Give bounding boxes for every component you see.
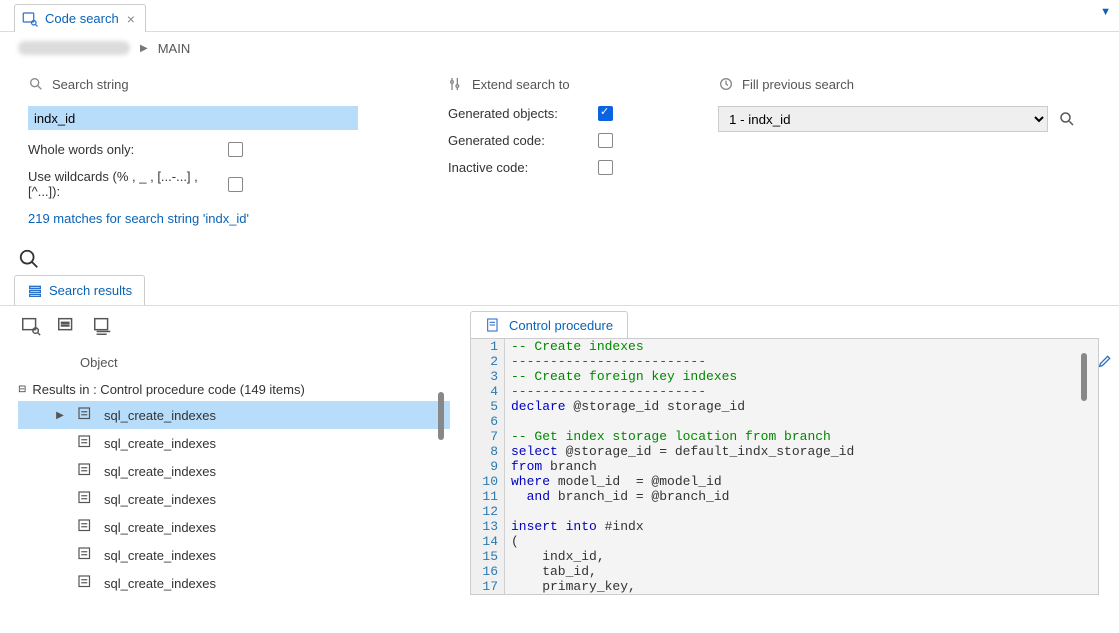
tabs-dropdown-icon[interactable]: ▼: [1100, 6, 1111, 18]
run-search-button[interactable]: [18, 248, 1119, 273]
inactive-code-checkbox[interactable]: [598, 160, 613, 175]
breadcrumb-main[interactable]: MAIN: [158, 41, 191, 56]
inactive-code-label: Inactive code:: [448, 160, 598, 175]
tree-item-label: sql_create_indexes: [104, 520, 216, 535]
fill-previous-heading: Fill previous search: [742, 77, 854, 92]
horizontal-splitter[interactable]: [438, 392, 444, 440]
code-line: 16 tab_id,: [471, 564, 1098, 579]
code-line: 7-- Get index storage location from bran…: [471, 429, 1098, 444]
search-string-panel: Search string Whole words only: Use wild…: [28, 76, 438, 226]
code-line: 13insert into #indx: [471, 519, 1098, 534]
window-tabs: Code search × ▼: [0, 0, 1119, 32]
tree-item[interactable]: sql_create_indexes: [18, 569, 450, 597]
code-line: 9from branch: [471, 459, 1098, 474]
tree-group-label: Results in : Control procedure code (149…: [32, 382, 304, 397]
extend-heading: Extend search to: [472, 77, 570, 92]
list-icon: [27, 283, 43, 299]
tree-item[interactable]: sql_create_indexes: [18, 541, 450, 569]
code-line: 8select @storage_id = default_indx_stora…: [471, 444, 1098, 459]
tree-item[interactable]: sql_create_indexes: [18, 429, 450, 457]
object-icon: [76, 545, 94, 566]
code-viewer[interactable]: 1-- Create indexes2---------------------…: [470, 338, 1099, 595]
tab-code-search[interactable]: Code search ×: [14, 4, 146, 32]
file-icon: [485, 317, 501, 333]
code-line: 17 primary_key,: [471, 579, 1098, 594]
collapse-icon[interactable]: ⊟: [18, 384, 26, 395]
tree-item[interactable]: sql_create_indexes: [18, 485, 450, 513]
tree-item-label: sql_create_indexes: [104, 548, 216, 563]
code-line: 2-------------------------: [471, 354, 1098, 369]
code-line: 1-- Create indexes: [471, 339, 1098, 354]
results-tree: ⊟ Results in : Control procedure code (1…: [0, 378, 450, 597]
previous-search-dropdown[interactable]: 1 - indx_id: [718, 106, 1048, 132]
generated-objects-label: Generated objects:: [448, 106, 598, 121]
generated-code-checkbox[interactable]: [598, 133, 613, 148]
toolbar-view-3-icon[interactable]: [92, 315, 114, 337]
toolbar-view-1-icon[interactable]: [20, 315, 42, 337]
code-pane: Control procedure 1-- Create indexes2---…: [450, 305, 1119, 605]
search-previous-button[interactable]: [1058, 110, 1076, 128]
object-icon: [76, 405, 94, 426]
breadcrumb-root-blurred: [18, 41, 130, 55]
tree-item-label: sql_create_indexes: [104, 576, 216, 591]
tree-item-label: sql_create_indexes: [104, 492, 216, 507]
object-icon: [76, 433, 94, 454]
tree-item-label: sql_create_indexes: [104, 464, 216, 479]
breadcrumb: ▶ MAIN: [0, 32, 1119, 64]
tree-item[interactable]: sql_create_indexes: [18, 513, 450, 541]
tree-item-label: sql_create_indexes: [104, 408, 216, 423]
code-tab-label: Control procedure: [509, 318, 613, 333]
tree-item[interactable]: ▶ sql_create_indexes: [18, 401, 450, 429]
tree-item[interactable]: sql_create_indexes: [18, 457, 450, 485]
code-line: 6: [471, 414, 1098, 429]
extend-search-panel: Extend search to Generated objects: Gene…: [448, 76, 708, 226]
code-line: 5declare @storage_id storage_id: [471, 399, 1098, 414]
fill-previous-panel: Fill previous search 1 - indx_id: [718, 76, 1099, 226]
object-icon: [76, 517, 94, 538]
tree-column-object: Object: [80, 355, 450, 370]
edit-pencil-icon[interactable]: [1097, 353, 1113, 372]
code-line: 11 and branch_id = @branch_id: [471, 489, 1098, 504]
match-count-link[interactable]: 219 matches for search string 'indx_id': [28, 211, 438, 226]
close-icon[interactable]: ×: [125, 11, 137, 27]
code-search-icon: [21, 10, 39, 28]
code-line: 4-------------------------: [471, 384, 1098, 399]
use-wildcards-checkbox[interactable]: [228, 177, 243, 192]
chevron-right-icon: ▶: [140, 43, 148, 54]
tab-control-procedure[interactable]: Control procedure: [470, 311, 628, 338]
toolbar-view-2-icon[interactable]: [56, 315, 78, 337]
results-tab-label: Search results: [49, 283, 132, 298]
expand-icon[interactable]: ▶: [54, 410, 66, 421]
code-line: 10where model_id = @model_id: [471, 474, 1098, 489]
settings-sliders-icon: [448, 76, 464, 92]
code-scrollbar[interactable]: [1081, 353, 1087, 401]
tab-label: Code search: [45, 11, 119, 26]
generated-code-label: Generated code:: [448, 133, 598, 148]
tree-item-label: sql_create_indexes: [104, 436, 216, 451]
code-line: 3-- Create foreign key indexes: [471, 369, 1098, 384]
object-icon: [76, 489, 94, 510]
results-tree-pane: Object ⊟ Results in : Control procedure …: [0, 305, 450, 605]
code-line: 15 indx_id,: [471, 549, 1098, 564]
tree-group[interactable]: ⊟ Results in : Control procedure code (1…: [18, 378, 450, 401]
object-icon: [76, 461, 94, 482]
search-input[interactable]: [28, 106, 358, 130]
tab-search-results[interactable]: Search results: [14, 275, 145, 305]
history-icon: [718, 76, 734, 92]
whole-words-checkbox[interactable]: [228, 142, 243, 157]
search-icon: [28, 76, 44, 92]
code-line: 14(: [471, 534, 1098, 549]
code-line: 12: [471, 504, 1098, 519]
search-string-heading: Search string: [52, 77, 129, 92]
use-wildcards-label: Use wildcards (% , _ , [...-...] , [^...…: [28, 169, 228, 199]
generated-objects-checkbox[interactable]: [598, 106, 613, 121]
object-icon: [76, 573, 94, 594]
whole-words-label: Whole words only:: [28, 142, 228, 157]
